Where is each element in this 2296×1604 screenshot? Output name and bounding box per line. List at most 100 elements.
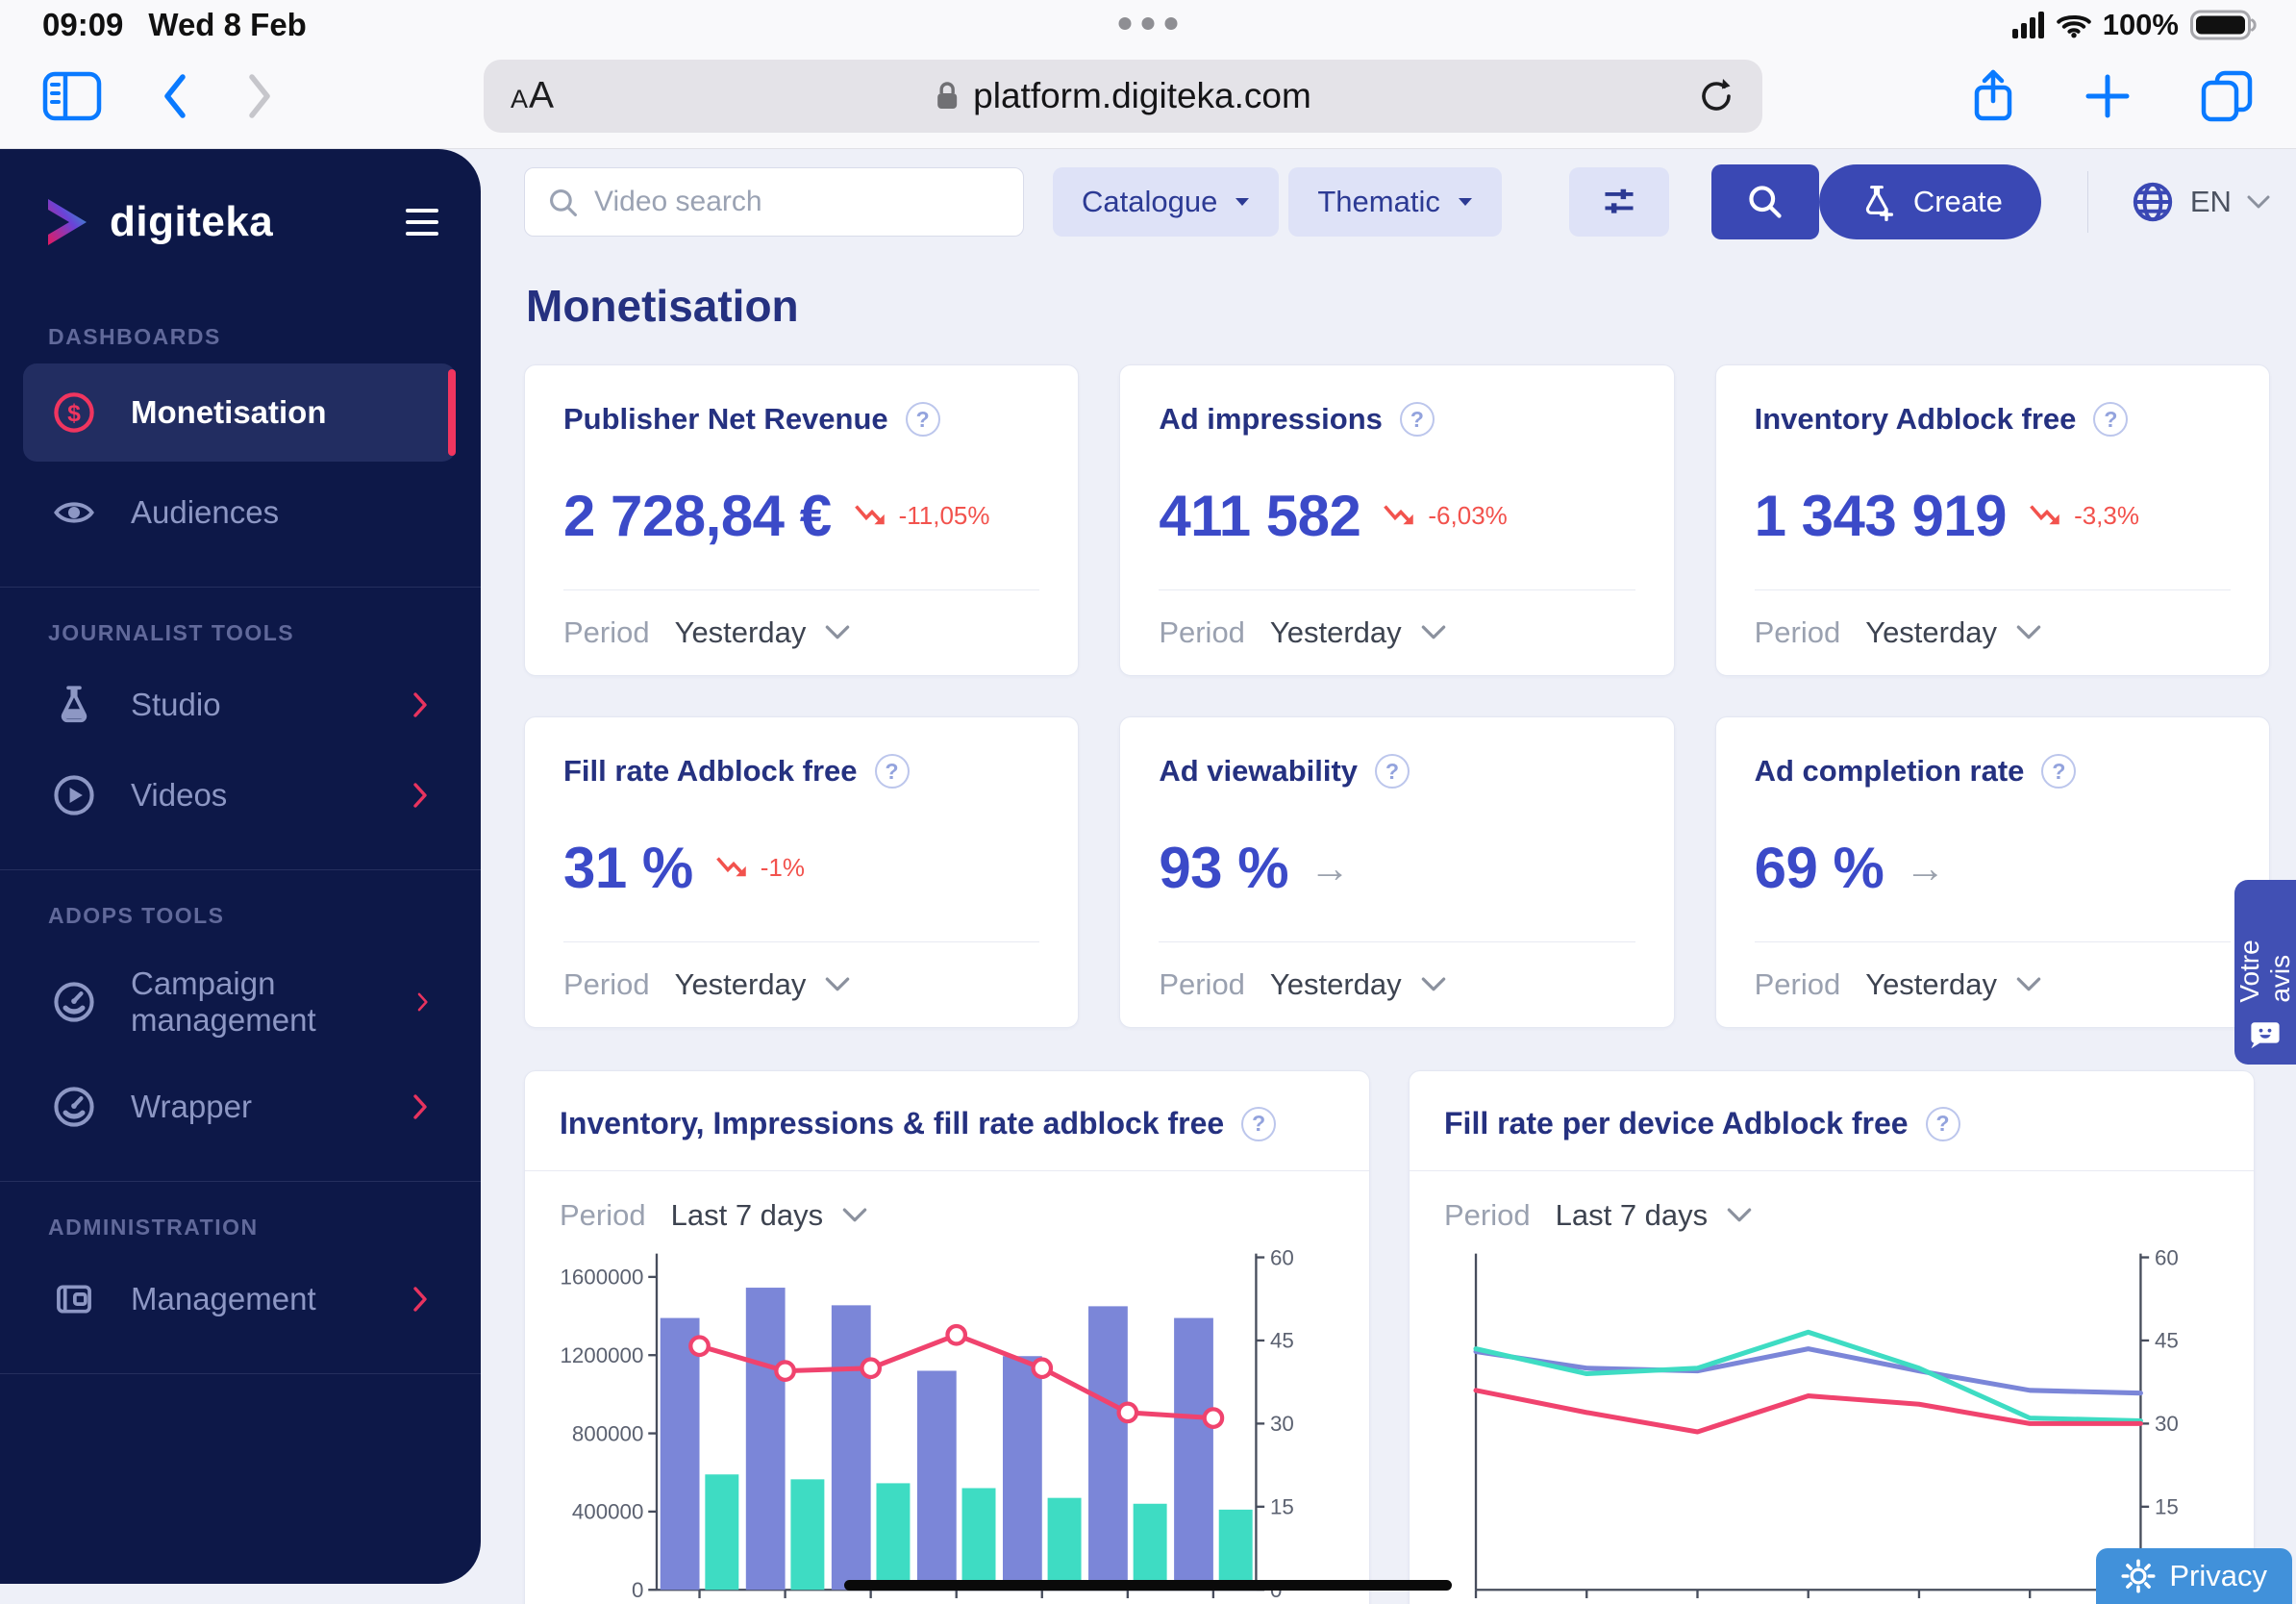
sidebar-item-campaign-management[interactable]: Campaign management	[38, 942, 442, 1062]
chevron-right-icon	[413, 692, 427, 717]
video-search-input[interactable]	[524, 167, 1024, 237]
period-select[interactable]: Yesterday	[1270, 615, 1446, 650]
section-administration: ADMINISTRATION	[48, 1215, 259, 1240]
home-indicator[interactable]	[844, 1580, 1452, 1591]
play-circle-icon	[52, 773, 96, 817]
help-icon[interactable]: ?	[874, 754, 910, 789]
sidebar-item-wrapper[interactable]: Wrapper	[38, 1062, 442, 1152]
browser-chrome: 09:09 Wed 8 Feb 100% AA platform.digitek…	[0, 0, 2296, 149]
svg-text:400000: 400000	[572, 1500, 644, 1524]
sidebar-item-audiences[interactable]: Audiences	[38, 467, 442, 558]
privacy-button[interactable]: Privacy	[2096, 1548, 2292, 1604]
language-code: EN	[2189, 185, 2232, 218]
chevron-right-icon	[413, 1094, 427, 1119]
reload-icon[interactable]	[1697, 75, 1735, 117]
svg-text:45: 45	[1270, 1329, 1294, 1353]
period-select[interactable]: Yesterday	[1865, 967, 2041, 1002]
help-icon[interactable]: ?	[1925, 1106, 1960, 1141]
new-tab-icon[interactable]	[2084, 73, 2131, 119]
trend-down: -3,3%	[2028, 501, 2139, 531]
svg-text:800000: 800000	[572, 1421, 644, 1445]
help-icon[interactable]: ?	[2093, 402, 2129, 437]
wifi-icon	[2056, 14, 2091, 38]
cellular-signal-icon	[2011, 12, 2044, 38]
address-bar[interactable]: AA platform.digiteka.com	[484, 60, 1762, 133]
chat-smiley-icon	[2251, 1021, 2280, 1048]
gear-icon	[2121, 1559, 2156, 1593]
chevron-down-icon	[2016, 977, 2041, 991]
kpi-value: 93 %	[1159, 836, 1289, 900]
battery-percent: 100%	[2102, 8, 2179, 41]
back-icon[interactable]	[160, 72, 188, 120]
sidebar-item-studio[interactable]: Studio	[38, 660, 442, 750]
svg-text:15: 15	[2155, 1495, 2179, 1519]
svg-text:60: 60	[1270, 1245, 1294, 1269]
caret-down-icon	[1458, 198, 1472, 206]
share-icon[interactable]	[1971, 68, 2015, 124]
svg-text:30: 30	[1270, 1412, 1294, 1436]
main-content: Catalogue Thematic	[481, 149, 2296, 1604]
period-select[interactable]: Yesterday	[675, 967, 851, 1002]
help-icon[interactable]: ?	[905, 402, 940, 437]
trend-down: -11,05%	[853, 501, 990, 531]
forward-icon	[249, 74, 270, 118]
svg-text:$: $	[67, 401, 81, 427]
period-select[interactable]: Last 7 days	[1556, 1198, 1753, 1233]
text-size-button[interactable]: AA	[511, 75, 555, 117]
chevron-down-icon	[842, 1208, 867, 1222]
sidebar-item-monetisation[interactable]: $ Monetisation	[23, 363, 456, 462]
safari-toolbar: AA platform.digiteka.com	[0, 44, 2296, 148]
kpi-card-ad-viewability: Ad viewability ? 93 % → Period Yesterday	[1119, 716, 1675, 1028]
caret-down-icon	[1235, 198, 1250, 206]
svg-text:45: 45	[2155, 1329, 2179, 1353]
help-icon[interactable]: ?	[1375, 754, 1410, 789]
help-icon[interactable]: ?	[1399, 402, 1435, 437]
chevron-down-icon	[1727, 1208, 1752, 1222]
flask-icon	[52, 683, 96, 727]
top-toolbar: Catalogue Thematic	[524, 164, 2270, 239]
search-submit-button[interactable]	[1710, 164, 1819, 239]
kpi-card-publisher-net-revenue: Publisher Net Revenue ? 2 728,84 € -11,0…	[524, 364, 1080, 676]
period-select[interactable]: Yesterday	[1270, 967, 1446, 1002]
sidebar-item-videos[interactable]: Videos	[38, 750, 442, 840]
chevron-down-icon	[826, 977, 850, 991]
gauge-icon	[52, 980, 96, 1024]
language-selector[interactable]: EN	[2086, 171, 2270, 233]
sidebar-item-management[interactable]: Management	[38, 1254, 442, 1344]
filters-button[interactable]	[1568, 167, 1669, 237]
help-icon[interactable]: ?	[1241, 1106, 1277, 1141]
thematic-dropdown[interactable]: Thematic	[1288, 167, 1502, 237]
gauge-icon	[52, 1085, 96, 1129]
wallet-icon	[52, 1277, 96, 1321]
kpi-grid: Publisher Net Revenue ? 2 728,84 € -11,0…	[524, 364, 2270, 1028]
date: Wed 8 Feb	[148, 7, 307, 42]
tabs-icon[interactable]	[2200, 70, 2254, 122]
period-select[interactable]: Last 7 days	[671, 1198, 868, 1233]
kpi-card-ad-impressions: Ad impressions ? 411 582 -6,03% Period Y…	[1119, 364, 1675, 676]
sidebar-toggle-icon[interactable]	[42, 71, 102, 121]
chevron-right-icon	[413, 1287, 427, 1312]
lock-icon	[937, 82, 958, 109]
svg-text:30: 30	[2155, 1412, 2179, 1436]
trend-down: -1%	[714, 853, 805, 883]
catalogue-dropdown[interactable]: Catalogue	[1053, 167, 1280, 237]
tune-sliders-icon	[1605, 188, 1634, 213]
period-select[interactable]: Yesterday	[675, 615, 851, 650]
trending-down-icon	[1384, 504, 1414, 524]
page-title: Monetisation	[526, 281, 799, 331]
kpi-card-inventory-adblock-free: Inventory Adblock free ? 1 343 919 -3,3%	[1714, 364, 2270, 676]
clock: 09:09	[42, 7, 124, 42]
create-button[interactable]: Create	[1818, 164, 2041, 239]
eye-icon	[52, 490, 96, 535]
flask-plus-icon	[1865, 186, 1893, 221]
menu-icon[interactable]	[406, 209, 438, 236]
chevron-right-icon	[417, 992, 428, 1012]
chevron-down-icon	[2016, 625, 2041, 639]
logo-text[interactable]: digiteka	[110, 198, 273, 246]
period-select[interactable]: Yesterday	[1865, 615, 2041, 650]
feedback-tab[interactable]: Votre avis	[2234, 880, 2296, 1065]
svg-text:0: 0	[632, 1578, 643, 1602]
kpi-value: 411 582	[1159, 484, 1361, 548]
help-icon[interactable]: ?	[2041, 754, 2077, 789]
section-journalist-tools: JOURNALIST TOOLS	[48, 620, 295, 645]
